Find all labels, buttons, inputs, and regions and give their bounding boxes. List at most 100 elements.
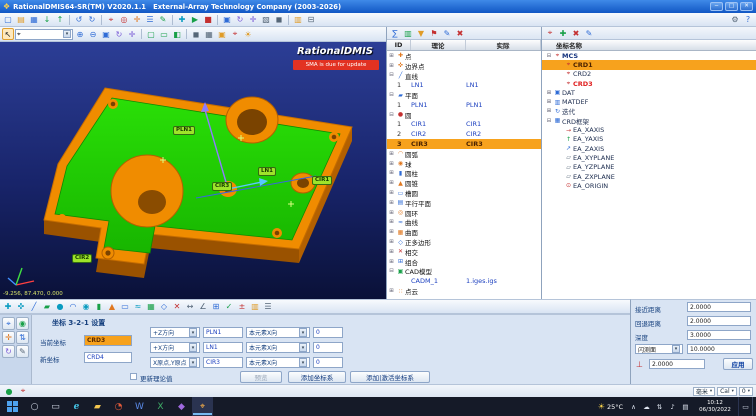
construct-intersection-icon[interactable]: ✕ xyxy=(171,301,183,313)
shaded-view-icon[interactable]: ◼ xyxy=(190,28,202,40)
maximize-button[interactable]: □ xyxy=(725,2,738,11)
pan-view-icon[interactable]: ✛ xyxy=(247,14,259,26)
feature-item-row[interactable]: 2CIR2CIR2 xyxy=(387,129,541,139)
view-front-icon[interactable]: ▭ xyxy=(158,28,170,40)
statistics-icon[interactable]: ∑ xyxy=(389,27,401,39)
coord-tree-row[interactable]: ⊞↻迭代 xyxy=(542,107,756,116)
measure-boundary-point-icon[interactable]: ✜ xyxy=(15,301,27,313)
measure-arc-icon[interactable]: ◠ xyxy=(67,301,79,313)
tab-321-coordinate[interactable]: ⌖ xyxy=(2,317,15,330)
probe-calibration-icon[interactable]: ◎ xyxy=(118,14,130,26)
shaded-icon[interactable]: ◼ xyxy=(273,14,285,26)
feature-group-row[interactable]: ⊟▰平面 xyxy=(387,90,541,100)
measure-surface-icon[interactable]: ▦ xyxy=(145,301,157,313)
coordinate-system-icon[interactable]: ✛ xyxy=(131,14,143,26)
onedrive-icon[interactable]: ☁ xyxy=(640,397,653,416)
feature-tag[interactable]: PLN1 xyxy=(173,126,195,135)
report-icon[interactable]: ▥ xyxy=(249,301,261,313)
current-coordinate-field[interactable]: CRD3 xyxy=(84,335,132,346)
add-coordinate-icon[interactable]: ✚ xyxy=(557,27,569,39)
coord-tree-row[interactable]: ▱EA_XYPLANE xyxy=(542,153,756,162)
feature-group-row[interactable]: ⊞◠圆弧 xyxy=(387,149,541,159)
feature-group-row[interactable]: ⊞▮圆柱 xyxy=(387,169,541,179)
edit-feature-icon[interactable]: ✎ xyxy=(441,27,453,39)
coord-tree-row[interactable]: ↑EA_YAXIS xyxy=(542,135,756,144)
column-actual[interactable]: 实际 xyxy=(466,40,541,50)
coord-tree-row[interactable]: ⊙EA_ORIGIN xyxy=(542,181,756,190)
coord-tree-row[interactable]: ⊟⌖MCS xyxy=(542,51,756,60)
view-iso-icon[interactable]: ◧ xyxy=(171,28,183,40)
import-icon[interactable]: ↓ xyxy=(41,14,53,26)
wireframe-icon[interactable]: ▧ xyxy=(260,14,272,26)
show-desktop-button[interactable] xyxy=(752,397,756,416)
origin-offset-field[interactable]: 0 xyxy=(313,357,343,368)
file-explorer-icon[interactable]: ▰ xyxy=(87,397,108,416)
probe-status-icon[interactable]: ⌖ xyxy=(17,385,29,397)
probe-diameter-field[interactable]: 2.0000 xyxy=(649,359,705,369)
feature-group-row[interactable]: ⊞≈曲线 xyxy=(387,218,541,228)
coordinate-icon[interactable]: ⌖ xyxy=(544,27,556,39)
flag-icon[interactable]: ⚑ xyxy=(428,27,440,39)
feature-group-row[interactable]: ⊟●圆 xyxy=(387,110,541,120)
feature-group-row[interactable]: ⊞◉球 xyxy=(387,159,541,169)
probe-select[interactable]: Cal▾ xyxy=(717,387,737,396)
feature-group-row[interactable]: ⊞◇正多边形 xyxy=(387,237,541,247)
measure-line-icon[interactable]: ╱ xyxy=(28,301,40,313)
volume-icon[interactable]: ♪ xyxy=(666,397,679,416)
tolerance-icon[interactable]: ± xyxy=(236,301,248,313)
feature-group-row[interactable]: ⊞▤平行平面 xyxy=(387,198,541,208)
save-icon[interactable]: ▦ xyxy=(28,14,40,26)
probe-manager-icon[interactable]: ⌖ xyxy=(105,14,117,26)
measure-cylinder-icon[interactable]: ▮ xyxy=(93,301,105,313)
tree-expander-icon[interactable]: ⊟ xyxy=(545,118,553,124)
teach-mode-icon[interactable]: ✎ xyxy=(157,14,169,26)
x-offset-field[interactable]: 0 xyxy=(313,342,343,353)
select-cursor-icon[interactable]: ↖ xyxy=(2,28,14,40)
coord-tree-row[interactable]: ▱EA_ZXPLANE xyxy=(542,172,756,181)
weather-widget[interactable]: ☀ 25°C xyxy=(594,397,627,416)
feature-group-row[interactable]: ⊞✚点 xyxy=(387,51,541,61)
tray-chevron-icon[interactable]: ∧ xyxy=(627,397,640,416)
tree-expander-icon[interactable]: ⊞ xyxy=(387,180,396,186)
tree-expander-icon[interactable]: ⊞ xyxy=(387,63,396,69)
notification-button[interactable]: ▭ xyxy=(738,397,752,416)
network-icon[interactable]: ⇅ xyxy=(653,397,666,416)
stop-icon[interactable]: ■ xyxy=(202,14,214,26)
feature-item-row[interactable]: 1CIR1CIR1 xyxy=(387,120,541,130)
tree-expander-icon[interactable]: ⊟ xyxy=(387,92,396,98)
feature-tag[interactable]: LN1 xyxy=(258,167,276,176)
delete-coordinate-icon[interactable]: ✖ xyxy=(570,27,582,39)
tree-expander-icon[interactable]: ⊟ xyxy=(387,72,396,78)
delete-feature-icon[interactable]: ✖ xyxy=(454,27,466,39)
measure-curve-icon[interactable]: ≈ xyxy=(132,301,144,313)
z-mode-select[interactable]: 本元素X向▾ xyxy=(246,327,310,338)
measure-point-icon[interactable]: ✚ xyxy=(2,301,14,313)
coord-tree-row[interactable]: ⊞▥MATDEF xyxy=(542,97,756,106)
tree-expander-icon[interactable]: ⊞ xyxy=(387,249,396,255)
feature-group-row[interactable]: ⊞◎圆环 xyxy=(387,208,541,218)
feature-group-row[interactable]: ⊟▣CAD模型 xyxy=(387,267,541,277)
units-select[interactable]: 毫米▾ xyxy=(693,387,715,396)
x-direction-select[interactable]: +X方向▾ xyxy=(150,342,200,353)
coord-tree-row[interactable]: ⌖CRD3 xyxy=(542,79,756,88)
task-view-icon[interactable]: ▭ xyxy=(45,397,66,416)
taskbar-clock[interactable]: 10:12 06/30/2022 xyxy=(692,397,738,416)
feature-tag[interactable]: CIR2 xyxy=(72,254,92,263)
report-icon[interactable]: ▥ xyxy=(292,14,304,26)
x-element-field[interactable]: LN1 xyxy=(203,342,243,353)
tree-expander-icon[interactable]: ⊟ xyxy=(387,268,396,274)
feature-group-row[interactable]: ⊞✕相交 xyxy=(387,247,541,257)
pan-view-icon[interactable]: ✛ xyxy=(126,28,138,40)
new-file-icon[interactable]: ▢ xyxy=(2,14,14,26)
measure-cone-icon[interactable]: ▲ xyxy=(106,301,118,313)
rotate-view-icon[interactable]: ↻ xyxy=(234,14,246,26)
measure-sphere-icon[interactable]: ◉ xyxy=(80,301,92,313)
open-file-icon[interactable]: ▤ xyxy=(15,14,27,26)
column-id[interactable]: ID xyxy=(387,40,411,50)
program-icon[interactable]: ☰ xyxy=(144,14,156,26)
tree-expander-icon[interactable]: ⊞ xyxy=(545,90,553,96)
construct-feature-icon[interactable]: ⊞ xyxy=(210,301,222,313)
tool-mode-select[interactable]: ⌖ ▾ xyxy=(15,29,73,40)
new-coordinate-field[interactable]: CRD4 xyxy=(84,352,132,363)
tree-expander-icon[interactable]: ⊞ xyxy=(387,170,396,176)
